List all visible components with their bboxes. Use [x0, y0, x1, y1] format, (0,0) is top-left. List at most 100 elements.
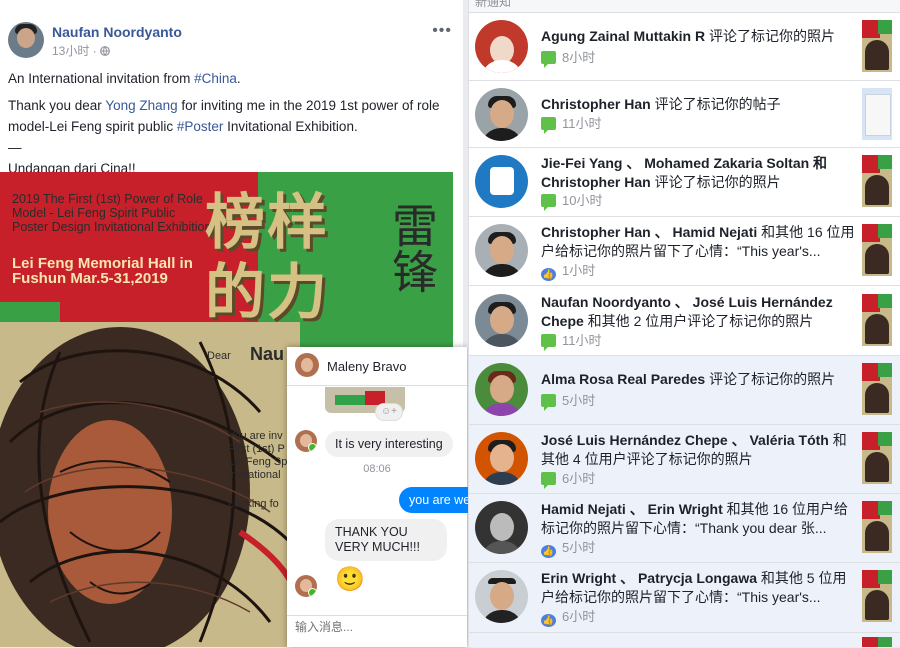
poster-looking-text: Looking fo: [228, 498, 279, 510]
notification-text: Agung Zainal Muttakin R 评论了标记你的照片: [541, 27, 859, 46]
notification-action: 评论了标记你的照片: [650, 174, 781, 190]
contact-message-avatar: [295, 575, 317, 597]
notification-time: 11小时: [562, 333, 602, 348]
notification-item[interactable]: Christopher Han 、 Hamid Nejati 和其他 16 位用…: [469, 217, 900, 286]
notification-item[interactable]: Christopher Han 评论了标记你的帖子 11小时: [469, 81, 900, 148]
contact-avatar[interactable]: [295, 353, 319, 377]
smiley-emoji: 🙂: [335, 566, 365, 593]
post-text-segment: An International invitation from: [8, 71, 195, 86]
message-incoming[interactable]: THANK YOU VERY MUCH!!!: [325, 519, 447, 561]
notification-text: Alma Rosa Real Paredes 评论了标记你的照片: [541, 370, 859, 389]
comment-icon: [541, 394, 556, 411]
notification-item-partial[interactable]: [469, 633, 900, 647]
notification-time: 11小时: [562, 116, 602, 131]
notification-avatar: [475, 570, 528, 623]
chat-header[interactable]: Maleny Bravo: [287, 347, 467, 386]
author-name[interactable]: Naufan Noordyanto: [52, 24, 182, 40]
like-icon: 👍: [541, 268, 556, 281]
notification-meta: 10小时: [541, 192, 603, 211]
poster-title-english: 2019 The First (1st) Power of Role Model…: [12, 192, 212, 234]
notification-item[interactable]: José Luis Hernández Chepe 、 Valéria Tóth…: [469, 425, 900, 494]
notification-item[interactable]: Erin Wright 、 Patrycja Longawa 和其他 5 位用户…: [469, 563, 900, 633]
notification-time: 5小时: [562, 540, 596, 555]
notification-avatar: [475, 432, 528, 485]
notification-thumbnail: [862, 294, 892, 346]
notification-actors: Erin Wright 、 Patrycja Longawa: [541, 570, 758, 586]
more-options-button[interactable]: •••: [432, 22, 452, 40]
notification-item[interactable]: Alma Rosa Real Paredes 评论了标记你的照片 5小时: [469, 356, 900, 425]
online-status-icon: [308, 588, 317, 597]
messenger-chat-window: Maleny Bravo ☺+ It is very interesting 0…: [287, 347, 469, 648]
message-incoming[interactable]: It is very interesting: [325, 431, 453, 457]
poster-venue-date: Lei Feng Memorial Hall in Fushun Mar.5-3…: [12, 255, 193, 287]
notification-avatar: [475, 155, 528, 208]
post-text-segment: Invitational Exhibition.: [223, 119, 358, 134]
notification-text: Jie-Fei Yang 、 Mohamed Zakaria Soltan 和 …: [541, 154, 859, 192]
hashtag-china-link[interactable]: #China: [194, 71, 237, 86]
notification-actors: Agung Zainal Muttakin R: [541, 28, 706, 44]
notification-thumbnail: [862, 570, 892, 622]
comment-icon: [541, 51, 556, 68]
notification-text: Christopher Han 评论了标记你的帖子: [541, 95, 859, 114]
chat-compose-area: [287, 615, 467, 648]
notification-meta: 5小时: [541, 392, 596, 411]
notification-avatar: [475, 224, 528, 277]
notifications-header: 新通知: [469, 0, 900, 13]
notification-item[interactable]: Jie-Fei Yang 、 Mohamed Zakaria Soltan 和 …: [469, 148, 900, 217]
notification-meta: 11小时: [541, 115, 602, 134]
poster-portrait-illustration: [0, 322, 300, 647]
notification-text: José Luis Hernández Chepe 、 Valéria Tóth…: [541, 431, 859, 469]
add-reaction-icon[interactable]: ☺+: [375, 403, 403, 421]
post-timestamp[interactable]: 13小时 ·: [52, 42, 110, 59]
contact-name[interactable]: Maleny Bravo: [327, 359, 406, 374]
globe-icon: [100, 46, 110, 56]
post-body: An International invitation from #China.…: [8, 68, 448, 179]
notification-actors: Christopher Han: [541, 96, 651, 112]
notification-item[interactable]: Naufan Noordyanto 、 José Luis Hernández …: [469, 286, 900, 356]
notification-meta: 8小时: [541, 49, 595, 68]
notification-meta: 👍 6小时: [541, 608, 595, 627]
online-status-icon: [308, 443, 317, 452]
notification-text: Hamid Nejati 、 Erin Wright 和其他 16 位用户给标记…: [541, 500, 859, 538]
notification-thumbnail: [862, 501, 892, 553]
notification-meta: 11小时: [541, 332, 602, 351]
notification-avatar: [475, 501, 528, 554]
notification-action: 评论了标记你的照片: [705, 28, 835, 44]
author-avatar[interactable]: [8, 22, 44, 58]
notification-action: 评论了标记你的帖子: [650, 96, 781, 112]
notification-avatar: [475, 363, 528, 416]
notification-actors: Alma Rosa Real Paredes: [541, 371, 706, 387]
post-text-segment: .: [236, 71, 241, 86]
notification-avatar: [475, 294, 528, 347]
comment-icon: [541, 472, 556, 489]
message-timestamp: 08:06: [363, 463, 391, 475]
mention-yong-zhang-link[interactable]: Yong Zhang: [105, 98, 177, 113]
notification-actors: Christopher Han 、 Hamid Nejati: [541, 224, 758, 240]
contact-message-avatar: [295, 430, 317, 452]
poster-calligraphy: 雷锋: [385, 202, 439, 294]
notification-text: Naufan Noordyanto 、 José Luis Hernández …: [541, 293, 859, 331]
poster-recipient-name: Nau: [250, 344, 285, 364]
notification-avatar: [475, 20, 528, 73]
notification-thumbnail: [862, 224, 892, 276]
notifications-panel: 新通知 Agung Zainal Muttakin R 评论了标记你的照片 8小…: [468, 0, 900, 647]
notification-thumbnail: [862, 20, 892, 72]
notification-time: 10小时: [562, 193, 603, 208]
hashtag-poster-link[interactable]: #Poster: [177, 119, 224, 134]
notification-item[interactable]: Hamid Nejati 、 Erin Wright 和其他 16 位用户给标记…: [469, 494, 900, 563]
post-time-text: 13小时: [52, 44, 90, 58]
notification-item[interactable]: Agung Zainal Muttakin R 评论了标记你的照片 8小时: [469, 13, 900, 81]
notification-time: 5小时: [562, 393, 596, 408]
notification-avatar: [475, 88, 528, 141]
notifications-header-title: 新通知: [475, 0, 512, 9]
notification-action: 和其他 2 位用户评论了标记你的照片: [583, 313, 814, 329]
comment-icon: [541, 117, 556, 134]
post-text-segment: Thank you dear: [8, 98, 106, 113]
post-divider-text: —: [8, 140, 22, 155]
message-outgoing[interactable]: you are we: [399, 487, 469, 513]
message-input[interactable]: [293, 619, 457, 635]
notification-time: 1小时: [562, 263, 596, 278]
notification-thumbnail: [862, 432, 892, 484]
notification-thumbnail: [862, 88, 892, 140]
notification-meta: 6小时: [541, 470, 595, 489]
